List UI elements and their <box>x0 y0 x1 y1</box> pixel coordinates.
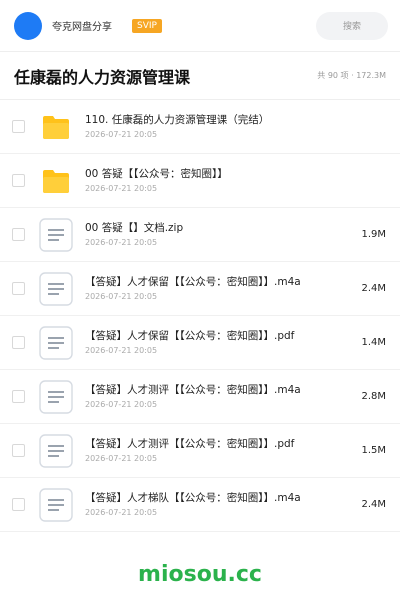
file-size: 1.9M <box>361 229 386 240</box>
file-row[interactable]: 110. 任康磊的人力资源管理课（完结） 2026-07-21 20:05 <box>0 100 400 154</box>
row-checkbox[interactable] <box>12 336 25 349</box>
row-checkbox[interactable] <box>12 282 25 295</box>
file-date: 2026-07-21 20:05 <box>85 184 158 193</box>
file-text: 【答疑】人才保留【【公众号：密知圈】】.pdf 2026-07-21 20:05 <box>85 329 353 356</box>
file-name[interactable]: 【答疑】人才测评【【公众号：密知圈】】.m4a <box>85 383 353 397</box>
page-title: 任康磊的人力资源管理课 <box>14 67 191 87</box>
folder-icon <box>38 164 74 198</box>
file-date: 2026-07-21 20:05 <box>85 346 158 355</box>
file-size: 2.4M <box>361 283 386 294</box>
document-icon <box>38 217 74 252</box>
file-size: 2.8M <box>361 391 386 402</box>
file-text: 00 答疑【】文档.zip 2026-07-21 20:05 <box>85 221 353 248</box>
file-name[interactable]: 00 答疑【】文档.zip <box>85 221 353 235</box>
file-text: 00 答疑【【公众号：密知圈】】 2026-07-21 20:05 <box>85 167 378 194</box>
file-date: 2026-07-21 20:05 <box>85 508 158 517</box>
file-text: 【答疑】人才保留【【公众号：密知圈】】.m4a 2026-07-21 20:05 <box>85 275 353 302</box>
file-name[interactable]: 【答疑】人才保留【【公众号：密知圈】】.m4a <box>85 275 353 289</box>
document-icon <box>38 487 74 522</box>
row-checkbox[interactable] <box>12 498 25 511</box>
avatar[interactable] <box>14 11 42 40</box>
document-icon <box>38 325 74 360</box>
watermark: miosou.cc <box>138 562 262 587</box>
file-row[interactable]: 【答疑】人才测评【【公众号：密知圈】】.pdf 2026-07-21 20:05 1… <box>0 424 400 478</box>
file-text: 【答疑】人才测评【【公众号：密知圈】】.pdf 2026-07-21 20:05 <box>85 437 353 464</box>
vip-badge: SVIP <box>132 18 162 33</box>
document-icon <box>38 433 74 468</box>
file-size: 1.4M <box>361 337 386 348</box>
file-text: 【答疑】人才梯队【【公众号：密知圈】】.m4a 2026-07-21 20:05 <box>85 491 353 518</box>
file-size: 2.4M <box>361 499 386 510</box>
file-name[interactable]: 【答疑】人才保留【【公众号：密知圈】】.pdf <box>85 329 353 343</box>
file-date: 2026-07-21 20:05 <box>85 454 158 463</box>
folder-header: 任康磊的人力资源管理课 共 90 项 · 172.3M <box>0 52 400 100</box>
file-row[interactable]: 【答疑】人才梯队【【公众号：密知圈】】.m4a 2026-07-21 20:05 2… <box>0 478 400 532</box>
document-icon <box>38 379 74 414</box>
row-checkbox[interactable] <box>12 120 25 133</box>
file-text: 【答疑】人才测评【【公众号：密知圈】】.m4a 2026-07-21 20:05 <box>85 383 353 410</box>
user-name: 夸克网盘分享 <box>52 22 112 33</box>
file-row[interactable]: 00 答疑【】文档.zip 2026-07-21 20:05 1.9M <box>0 208 400 262</box>
file-row[interactable]: 【答疑】人才保留【【公众号：密知圈】】.pdf 2026-07-21 20:05 1… <box>0 316 400 370</box>
top-bar: 夸克网盘分享 SVIP 搜索 <box>0 0 400 52</box>
file-date: 2026-07-21 20:05 <box>85 130 158 139</box>
file-row[interactable]: 【答疑】人才测评【【公众号：密知圈】】.m4a 2026-07-21 20:05 2… <box>0 370 400 424</box>
folder-icon <box>38 110 74 144</box>
row-checkbox[interactable] <box>12 174 25 187</box>
file-name[interactable]: 【答疑】人才测评【【公众号：密知圈】】.pdf <box>85 437 353 451</box>
file-name[interactable]: 110. 任康磊的人力资源管理课（完结） <box>85 113 378 127</box>
file-date: 2026-07-21 20:05 <box>85 238 158 247</box>
file-name[interactable]: 【答疑】人才梯队【【公众号：密知圈】】.m4a <box>85 491 353 505</box>
folder-summary: 共 90 项 · 172.3M <box>317 71 386 80</box>
file-date: 2026-07-21 20:05 <box>85 292 158 301</box>
row-checkbox[interactable] <box>12 444 25 457</box>
file-row[interactable]: 00 答疑【【公众号：密知圈】】 2026-07-21 20:05 <box>0 154 400 208</box>
search-button[interactable]: 搜索 <box>316 11 388 40</box>
file-row[interactable]: 【答疑】人才保留【【公众号：密知圈】】.m4a 2026-07-21 20:05 2… <box>0 262 400 316</box>
file-size: 1.5M <box>361 445 386 456</box>
file-date: 2026-07-21 20:05 <box>85 400 158 409</box>
row-checkbox[interactable] <box>12 228 25 241</box>
file-text: 110. 任康磊的人力资源管理课（完结） 2026-07-21 20:05 <box>85 113 378 140</box>
file-list: 110. 任康磊的人力资源管理课（完结） 2026-07-21 20:05 00 答… <box>0 100 400 532</box>
document-icon <box>38 271 74 306</box>
file-name[interactable]: 00 答疑【【公众号：密知圈】】 <box>85 167 378 181</box>
row-checkbox[interactable] <box>12 390 25 403</box>
